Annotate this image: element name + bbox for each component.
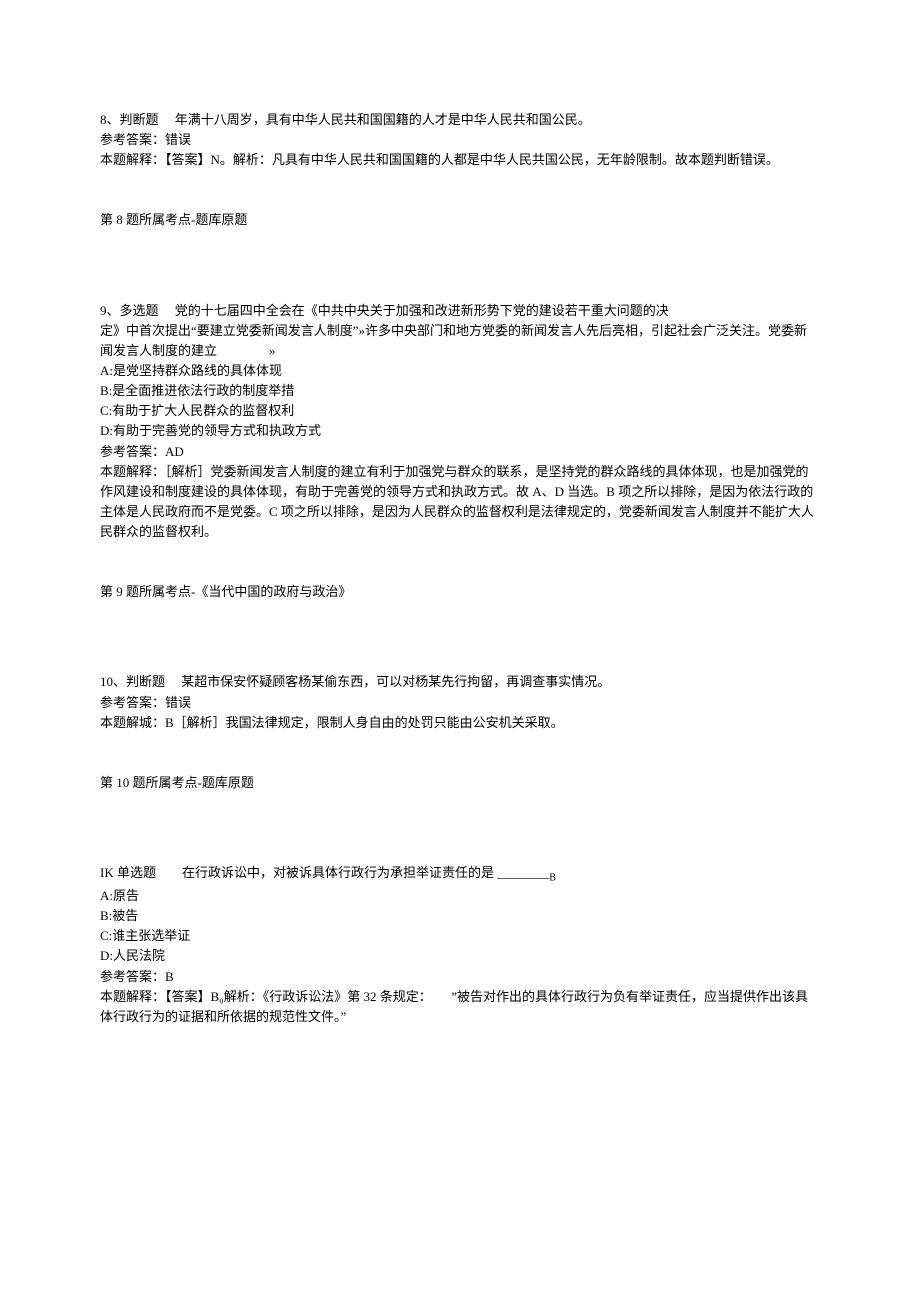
q9-explain: 本题解释：［解析］党委新闻发言人制度的建立有利于加强党与群众的联系，是坚持党的群… bbox=[100, 462, 820, 543]
q9-option-d: D:有助于完善党的领导方式和执政方式 bbox=[100, 421, 820, 441]
question-10: 10、判断题 某超市保安怀疑顾客杨某偷东西，可以对杨某先行拘留，再调查事实情况。… bbox=[100, 672, 820, 793]
question-11: IK 单选题 在行政诉讼中，对被诉具体行政行为承担举证责任的是 ________… bbox=[100, 863, 820, 1027]
q9-stem-1: 9、多选题 党的十七届四中全会在《中共中央关于加强和改进新形势下党的建设若干重大… bbox=[100, 301, 820, 321]
q8-header: 8、判断题 年满十八周岁，具有中华人民共和国国籍的人才是中华人民共和国公民。 bbox=[100, 110, 820, 130]
q8-topic: 第 8 题所属考点-题库原题 bbox=[100, 210, 820, 230]
q11-option-c: C:谁主张选举证 bbox=[100, 926, 820, 946]
q9-option-b: B:是全面推进依法行政的制度举措 bbox=[100, 381, 820, 401]
q11-option-d: D:人民法院 bbox=[100, 946, 820, 966]
q11-header: IK 单选题 在行政诉讼中，对被诉具体行政行为承担举证责任的是 ________… bbox=[100, 863, 820, 886]
q10-topic: 第 10 题所属考点-题库原题 bbox=[100, 773, 820, 793]
question-9: 9、多选题 党的十七届四中全会在《中共中央关于加强和改进新形势下党的建设若干重大… bbox=[100, 301, 820, 603]
q10-explain: 本题解城：B［解析］我国法律规定，限制人身自由的处罚只能由公安机关采取。 bbox=[100, 713, 820, 733]
q9-option-a: A:是党坚持群众路线的具体体现 bbox=[100, 361, 820, 381]
q9-topic: 第 9 题所属考点-《当代中国的政府与政治》 bbox=[100, 582, 820, 602]
q10-answer: 参考答案：错误 bbox=[100, 693, 820, 713]
q8-explain: 本题解释：【答案】N。解析：凡具有中华人民共和国国籍的人都是中华人民共国公民，无… bbox=[100, 150, 820, 170]
q11-option-a: A:原告 bbox=[100, 886, 820, 906]
q11-sub: B bbox=[549, 873, 556, 884]
q9-stem-2: 定》中首次提出“要建立党委新闻发言人制度”»许多中央部门和地方党委的新闻发言人先… bbox=[100, 321, 820, 361]
q8-answer: 参考答案：错误 bbox=[100, 130, 820, 150]
q11-header-text: IK 单选题 在行政诉讼中，对被诉具体行政行为承担举证责任的是 ________ bbox=[100, 865, 549, 880]
q10-header: 10、判断题 某超市保安怀疑顾客杨某偷东西，可以对杨某先行拘留，再调查事实情况。 bbox=[100, 672, 820, 692]
q11-answer: 参考答案：B bbox=[100, 967, 820, 987]
q11-explain: 本题解释：【答案】B₀解析：《行政诉讼法》第 32 条规定： ”被告对作出的具体… bbox=[100, 987, 820, 1027]
q9-answer: 参考答案：AD bbox=[100, 442, 820, 462]
q11-option-b: B:被告 bbox=[100, 906, 820, 926]
q9-option-c: C:有助于扩大人民群众的监督权利 bbox=[100, 401, 820, 421]
question-8: 8、判断题 年满十八周岁，具有中华人民共和国国籍的人才是中华人民共和国公民。 参… bbox=[100, 110, 820, 231]
